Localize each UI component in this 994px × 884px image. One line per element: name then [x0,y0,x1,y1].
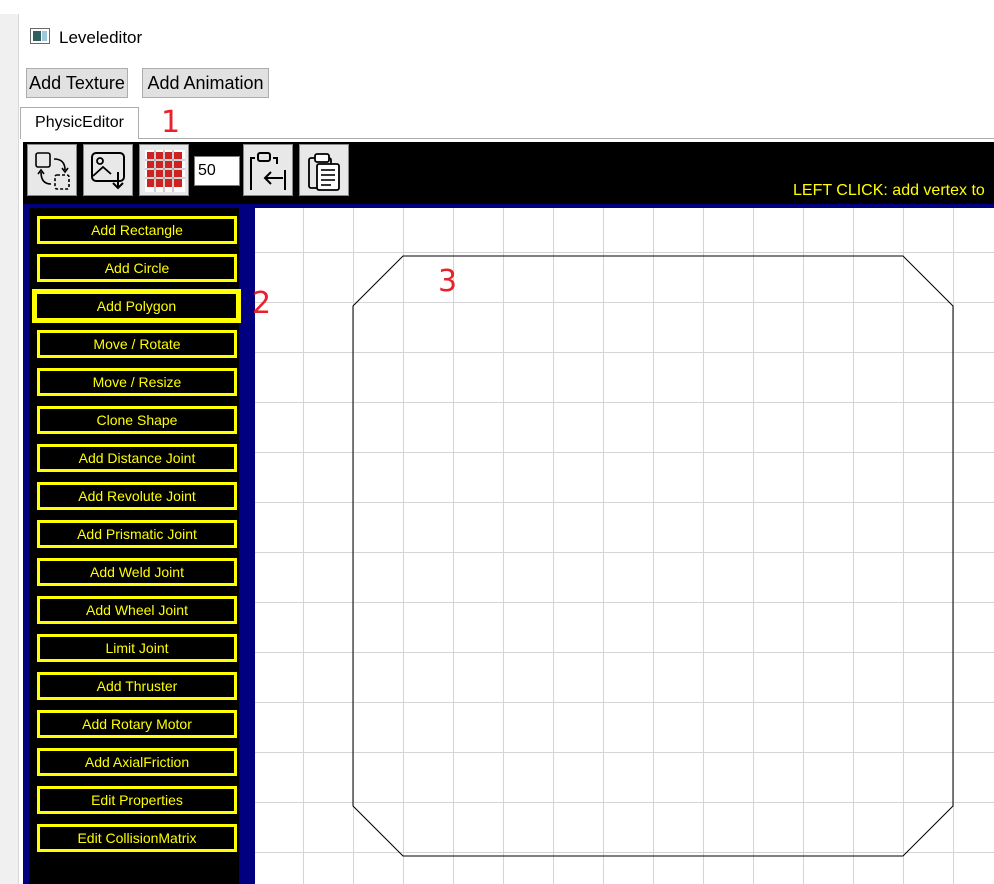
move-resize-button[interactable]: Move / Resize [37,368,237,396]
paste-from-clipboard-button[interactable] [243,144,293,196]
load-image-button[interactable] [83,144,133,196]
add-distance-joint-button[interactable]: Add Distance Joint [37,444,237,472]
annotation-1: 1 [161,105,181,140]
physic-editor-panel: Add Rectangle Add Circle Add Polygon Mov… [23,204,994,884]
sprite-grid-icon [145,150,185,192]
load-image-icon [91,152,125,190]
add-rotary-motor-button[interactable]: Add Rotary Motor [37,710,237,738]
transform-shapes-icon [35,152,70,190]
add-revolute-joint-button[interactable]: Add Revolute Joint [37,482,237,510]
polygon-shape[interactable] [255,208,994,884]
add-circle-button[interactable]: Add Circle [37,254,237,282]
move-rotate-button[interactable]: Move / Rotate [37,330,237,358]
annotation-2: 2 [252,286,272,321]
physics-canvas[interactable] [255,208,994,884]
add-wheel-joint-button[interactable]: Add Wheel Joint [37,596,237,624]
edit-properties-button[interactable]: Edit Properties [37,786,237,814]
tool-sidebar: Add Rectangle Add Circle Add Polygon Mov… [29,208,241,884]
tab-strip-border [139,138,994,139]
physic-toolbar: LEFT CLICK: add vertex to [23,142,994,204]
add-thruster-button[interactable]: Add Thruster [37,672,237,700]
tab-physiceditor[interactable]: PhysicEditor [20,107,139,139]
app-icon [30,28,50,44]
add-axial-friction-button[interactable]: Add AxialFriction [37,748,237,776]
paste-from-clipboard-icon [250,152,286,190]
clipboard-button[interactable] [299,144,349,196]
transform-shapes-button[interactable] [27,144,77,196]
editor-hint-text: LEFT CLICK: add vertex to [793,182,985,199]
leveleditor-window: Leveleditor Add Texture Add Animation Ph… [0,0,994,884]
title-bar[interactable]: Leveleditor [18,14,994,62]
clipboard-icon [308,153,340,191]
add-animation-button[interactable]: Add Animation [142,68,269,98]
limit-joint-button[interactable]: Limit Joint [37,634,237,662]
clone-shape-button[interactable]: Clone Shape [37,406,237,434]
add-texture-button[interactable]: Add Texture [26,68,128,98]
annotation-3: 3 [438,264,458,299]
window-top-frame [0,0,994,14]
edit-collision-matrix-button[interactable]: Edit CollisionMatrix [37,824,237,852]
add-rectangle-button[interactable]: Add Rectangle [37,216,237,244]
sprite-grid-button[interactable] [139,144,189,196]
add-weld-joint-button[interactable]: Add Weld Joint [37,558,237,586]
window-title: Leveleditor [59,28,143,47]
grid-size-input[interactable] [194,156,240,186]
add-polygon-button[interactable]: Add Polygon [32,289,241,323]
add-prismatic-joint-button[interactable]: Add Prismatic Joint [37,520,237,548]
main-body: Add Texture Add Animation PhysicEditor 1 [18,62,994,884]
